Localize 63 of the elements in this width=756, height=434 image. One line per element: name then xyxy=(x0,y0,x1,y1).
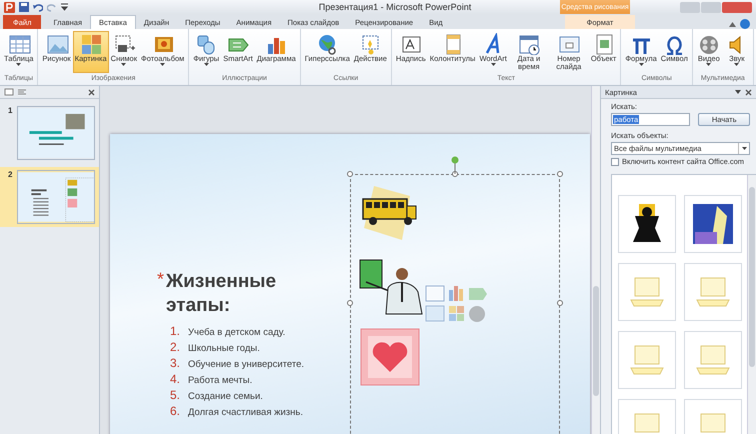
ribbon-icon xyxy=(516,33,541,55)
ribbon-icon xyxy=(44,33,69,55)
clip-result[interactable] xyxy=(618,331,676,389)
clip-result[interactable] xyxy=(618,195,676,253)
clip-result[interactable] xyxy=(684,195,742,253)
scrollbar-thumb[interactable] xyxy=(593,286,599,396)
list-number: 1. xyxy=(170,324,182,338)
rotation-handle[interactable] xyxy=(451,156,459,174)
slides-tab-icon[interactable] xyxy=(4,88,14,96)
caret-icon xyxy=(160,63,166,66)
heart-drawing xyxy=(360,328,420,386)
app-logo-icon xyxy=(4,2,15,12)
list-number: 2. xyxy=(170,340,182,354)
checkbox[interactable] xyxy=(611,158,619,166)
list-number: 6. xyxy=(170,404,182,418)
resize-handle[interactable] xyxy=(557,171,563,177)
slide-thumbnail-row[interactable]: 2 xyxy=(0,167,99,227)
slide-thumbnail[interactable] xyxy=(16,170,95,224)
content-type-icons-drawing xyxy=(425,284,489,324)
clip-result[interactable] xyxy=(684,263,742,321)
caret-icon xyxy=(638,63,644,66)
scrollbar-thumb[interactable] xyxy=(749,187,755,367)
pane-menu-icon[interactable] xyxy=(735,90,741,94)
caret-icon xyxy=(121,63,126,66)
window-title: Презентация1 - Microsoft PowerPoint xyxy=(318,2,472,12)
list-item: Обучение в университете. xyxy=(188,359,304,370)
caret-icon xyxy=(490,63,496,66)
list-number: 3. xyxy=(170,356,182,370)
collapse-ribbon-icon[interactable] xyxy=(729,22,736,26)
close-icon[interactable] xyxy=(88,88,95,96)
slide-number: 1 xyxy=(8,106,14,117)
outline-tab-icon[interactable] xyxy=(17,88,27,96)
slide-thumbnail[interactable] xyxy=(16,106,95,160)
list-item: Школьные годы. xyxy=(188,343,260,354)
redo-icon[interactable] xyxy=(47,2,57,12)
clip-result[interactable] xyxy=(684,331,742,389)
dropdown-arrow-icon xyxy=(742,147,746,150)
resize-handle[interactable] xyxy=(347,171,353,177)
customize-menu-icon[interactable] xyxy=(61,3,68,11)
slide-thumbnail-row[interactable]: 1 xyxy=(0,103,99,163)
list-item: Учеба в детском саду. xyxy=(188,327,286,338)
title-mark: * xyxy=(157,270,164,288)
save-icon[interactable] xyxy=(19,2,29,12)
list-number: 4. xyxy=(170,372,182,386)
list-number: 5. xyxy=(170,388,182,402)
resize-handle[interactable] xyxy=(452,171,458,177)
help-icon[interactable] xyxy=(740,19,750,29)
resize-handle[interactable] xyxy=(347,300,353,306)
list-item: Создание семьи. xyxy=(188,391,263,402)
ribbon-icon xyxy=(6,33,31,55)
list-item: Работа мечты. xyxy=(188,375,252,386)
caret-icon xyxy=(706,63,712,66)
close-icon[interactable] xyxy=(745,88,752,96)
list-item: Долгая счастливая жизнь. xyxy=(188,407,303,418)
undo-icon[interactable] xyxy=(33,2,43,12)
caret-icon xyxy=(16,63,22,66)
slide-title: Жизненные этапы: xyxy=(166,270,278,318)
caret-icon xyxy=(204,63,209,66)
resize-handle[interactable] xyxy=(557,300,563,306)
clip-result[interactable] xyxy=(618,263,676,321)
caret-icon xyxy=(734,63,740,66)
slide-number: 2 xyxy=(8,170,14,181)
close-button[interactable] xyxy=(722,2,752,12)
